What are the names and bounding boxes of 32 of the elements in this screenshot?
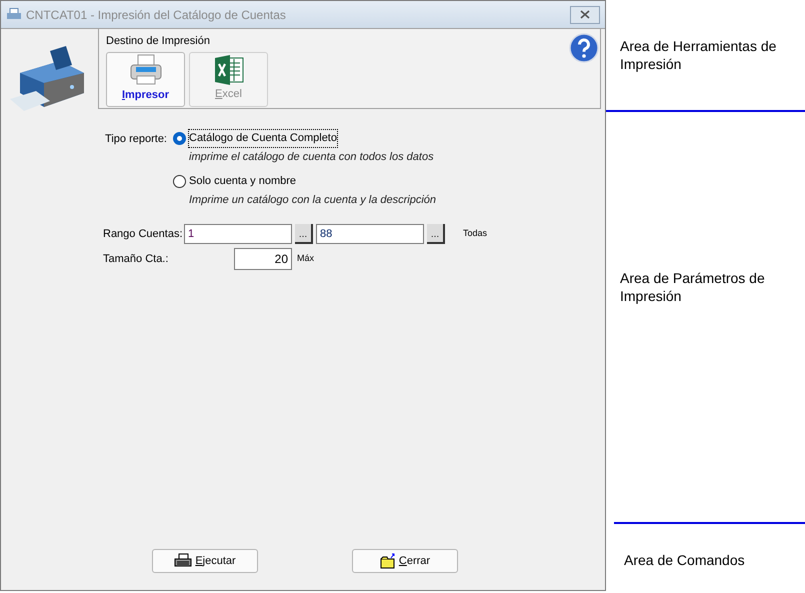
command-button[interactable]: Ejecutar bbox=[152, 549, 258, 573]
all-label: Todas bbox=[463, 227, 488, 240]
radio-button[interactable] bbox=[173, 174, 186, 188]
field-label: Rango Cuentas: bbox=[103, 226, 184, 242]
printer-icon bbox=[128, 54, 162, 86]
help-icon[interactable] bbox=[569, 33, 599, 63]
option-description: Imprime un catálogo con la cuenta y la descripción bbox=[188, 192, 436, 208]
spreadsheet-icon bbox=[212, 55, 244, 86]
printer-icon bbox=[174, 553, 192, 569]
option-description: imprime el catálogo de cuenta con todos los datos bbox=[188, 150, 435, 164]
max-label: Máx bbox=[297, 252, 314, 266]
field-label: Tipo reporte: bbox=[104, 132, 168, 147]
annotation-text: Area de Herramientas de Impresión bbox=[620, 37, 778, 73]
command-button[interactable]: Cerrar bbox=[352, 549, 458, 573]
field-label: Tamaño Cta.: bbox=[103, 252, 170, 267]
window-title: CNTCAT01 - Impresión del Catálogo de Cuentas bbox=[26, 6, 286, 24]
radio-button[interactable] bbox=[173, 132, 186, 145]
size-field[interactable]: 20 bbox=[234, 248, 292, 270]
folder-icon bbox=[380, 553, 396, 569]
panel-title: Destino de Impresión bbox=[106, 34, 211, 49]
printer-icon bbox=[6, 8, 22, 22]
range-to-field[interactable]: 88 bbox=[316, 224, 424, 244]
destination-button[interactable]: Impresor bbox=[106, 52, 185, 106]
annotation-text: Area de Comandos bbox=[624, 551, 746, 569]
close-button[interactable] bbox=[570, 6, 600, 24]
browse-button[interactable]: ... bbox=[295, 224, 313, 244]
browse-button[interactable]: ... bbox=[427, 224, 445, 244]
radio-label[interactable]: Solo cuenta y nombre bbox=[189, 173, 296, 190]
annotation-text: Area de Parámetros de Impresión bbox=[620, 269, 766, 305]
range-from-field[interactable]: 1 bbox=[184, 224, 292, 244]
close-icon bbox=[580, 10, 590, 19]
radio-label[interactable]: Catálogo de Cuenta Completo bbox=[189, 130, 337, 146]
